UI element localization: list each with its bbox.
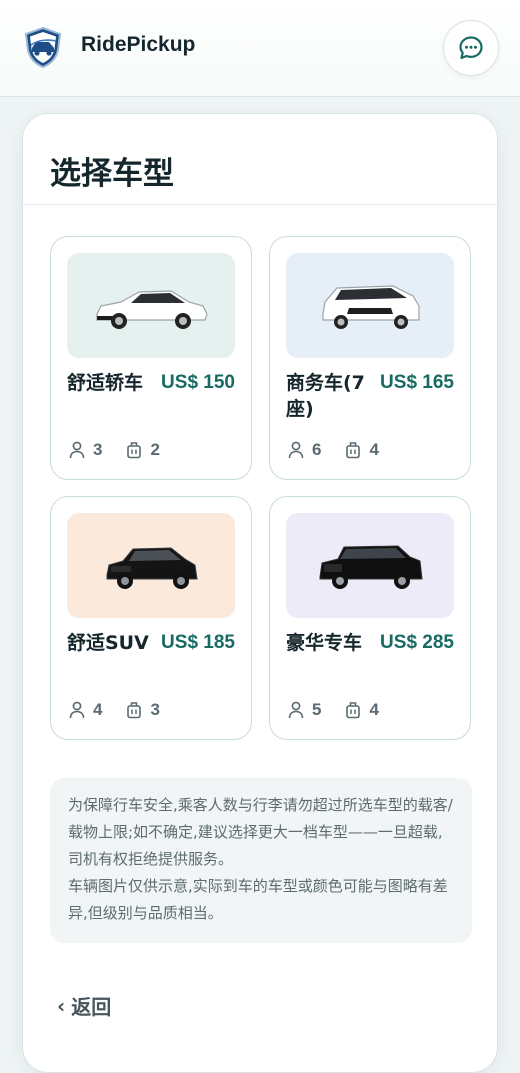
suv-car-icon [106,546,198,589]
back-button[interactable]: ‹ 返回 [57,991,111,1020]
vehicle-card-sedan[interactable]: 舒适轿车 US$ 150 3 2 [50,236,252,480]
vehicle-price: US$ 165 [380,372,454,393]
back-label: 返回 [71,995,112,1019]
chat-bubble-icon [459,36,483,60]
brand-name: RidePickup [81,33,196,56]
vehicle-selection-panel: 选择车型 舒适轿车 US$ 150 3 2 商务车(7座) US$ 165 6 … [22,113,498,1073]
vehicle-price: US$ 150 [161,372,235,393]
vehicle-card-suv[interactable]: 舒适SUV US$ 185 4 3 [50,496,252,740]
luggage-count: 4 [369,700,379,719]
luggage-icon [346,702,361,719]
vehicle-capacity: 5 4 [288,698,403,722]
vehicle-image [67,253,235,358]
minivan-car-icon [322,284,420,329]
person-icon [288,441,304,459]
vehicle-name: 商务车(7座) [286,372,365,420]
notice-capacity-text: 为保障行车安全,乘客人数与行李请勿超过所选车型的载客/载物上限;如不确定,建议选… [68,796,453,868]
vehicle-image [286,513,454,618]
luggage-icon [127,702,142,719]
vehicle-card-minivan[interactable]: 商务车(7座) US$ 165 6 4 [269,236,471,480]
vehicle-name: 舒适SUV [67,632,149,654]
person-icon [69,701,85,719]
vehicle-name: 舒适轿车 [67,372,144,394]
vehicle-capacity: 4 3 [69,698,184,722]
passenger-count: 3 [93,440,103,459]
vehicle-name: 豪华专车 [286,632,363,654]
chat-button[interactable] [443,20,499,76]
title-divider [23,204,497,205]
vehicle-image [67,513,235,618]
luggage-icon [127,442,142,459]
capacity-notice: 为保障行车安全,乘客人数与行李请勿超过所选车型的载客/载物上限;如不确定,建议选… [50,778,472,943]
sedan-car-icon [96,289,208,329]
notice-image-text: 车辆图片仅供示意,实际到车的车型或颜色可能与图略有差异,但级别与品质相当。 [68,877,448,922]
luggage-count: 2 [150,440,160,459]
vehicle-capacity: 3 2 [69,438,184,462]
passenger-count: 4 [93,700,103,719]
passenger-count: 6 [312,440,322,459]
luxury-suv-car-icon [319,544,423,589]
person-icon [288,701,304,719]
vehicle-capacity: 6 4 [288,438,403,462]
luggage-count: 4 [369,440,379,459]
page-title: 选择车型 [50,156,174,192]
person-icon [69,441,85,459]
vehicle-price: US$ 285 [380,632,454,653]
passenger-count: 5 [312,700,322,719]
vehicle-price: US$ 185 [161,632,235,653]
app-header: RidePickup [0,0,520,97]
shield-car-logo [24,26,62,68]
chevron-left-icon: ‹ [57,993,66,1018]
vehicle-card-luxury[interactable]: 豪华专车 US$ 285 5 4 [269,496,471,740]
vehicle-image [286,253,454,358]
luggage-count: 3 [150,700,160,719]
luggage-icon [346,442,361,459]
